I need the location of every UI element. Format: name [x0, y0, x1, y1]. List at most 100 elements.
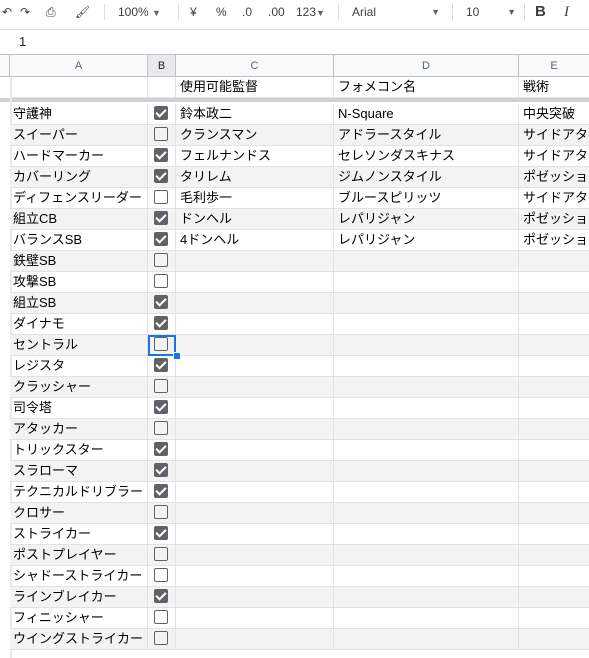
cell-a[interactable]: クロサー	[10, 503, 148, 523]
checkbox[interactable]	[154, 211, 168, 225]
cell-e[interactable]: サイドアタ	[519, 125, 589, 145]
cell-c[interactable]: クランスマン	[176, 125, 334, 145]
cell-d[interactable]	[334, 629, 519, 649]
font-size-select[interactable]: 10 ▼	[466, 2, 516, 22]
column-header-a[interactable]: A	[10, 55, 148, 77]
cell-c[interactable]: フェルナンドス	[176, 146, 334, 166]
cell-e[interactable]	[519, 335, 589, 355]
select-all-corner[interactable]	[0, 55, 10, 77]
cell-a[interactable]: クラッシャー	[10, 377, 148, 397]
cell-b[interactable]	[148, 209, 176, 229]
header-cell-a[interactable]	[10, 77, 148, 97]
percent-button[interactable]: %	[216, 2, 227, 22]
cell-c[interactable]: 鈴本政二	[176, 104, 334, 124]
cell-c[interactable]	[176, 356, 334, 376]
column-header-c[interactable]: C	[176, 55, 334, 77]
cell-d[interactable]	[334, 440, 519, 460]
cell-a[interactable]: スラローマ	[10, 461, 148, 481]
cell-b[interactable]	[148, 314, 176, 334]
cell-b[interactable]	[148, 524, 176, 544]
cell-a[interactable]: 組立SB	[10, 293, 148, 313]
checkbox[interactable]	[154, 505, 168, 519]
checkbox[interactable]	[154, 568, 168, 582]
cell-c[interactable]	[176, 566, 334, 586]
cell-d[interactable]: レパリジャン	[334, 230, 519, 250]
cell-c[interactable]	[176, 503, 334, 523]
cell-c[interactable]	[176, 419, 334, 439]
cell-c[interactable]	[176, 251, 334, 271]
column-header-d[interactable]: D	[334, 55, 519, 77]
cell-e[interactable]: ポゼッショ	[519, 230, 589, 250]
header-cell-d[interactable]: フォメコン名	[334, 77, 519, 97]
cell-a[interactable]: ハードマーカー	[10, 146, 148, 166]
cell-d[interactable]: N-Square	[334, 104, 519, 124]
checkbox[interactable]	[154, 442, 168, 456]
number-format-select[interactable]: 123▼	[296, 2, 325, 22]
cell-b[interactable]	[148, 503, 176, 523]
cell-b[interactable]	[148, 104, 176, 124]
cell-b[interactable]	[148, 461, 176, 481]
cell-d[interactable]: ブルースピリッツ	[334, 188, 519, 208]
cell-e[interactable]	[519, 524, 589, 544]
cell-d[interactable]	[334, 314, 519, 334]
cell-e[interactable]: サイドアタ	[519, 188, 589, 208]
cell-b[interactable]	[148, 188, 176, 208]
column-header-b[interactable]: B	[148, 55, 176, 77]
cell-b[interactable]	[148, 125, 176, 145]
cell-b[interactable]	[148, 230, 176, 250]
cell-a[interactable]: 攻撃SB	[10, 272, 148, 292]
cell-e[interactable]: サイドアタ	[519, 146, 589, 166]
cell-d[interactable]	[334, 356, 519, 376]
cell-b[interactable]	[148, 251, 176, 271]
cell-a[interactable]: ラインブレイカー	[10, 587, 148, 607]
cell-e[interactable]	[519, 251, 589, 271]
column-header-e[interactable]: E	[519, 55, 589, 77]
cell-e[interactable]: ポゼッショ	[519, 167, 589, 187]
cell-d[interactable]	[334, 377, 519, 397]
checkbox[interactable]	[154, 106, 168, 120]
cell-d[interactable]	[334, 482, 519, 502]
checkbox[interactable]	[154, 610, 168, 624]
checkbox[interactable]	[154, 379, 168, 393]
cell-b[interactable]	[148, 629, 176, 649]
cell-a[interactable]: セントラル	[10, 335, 148, 355]
checkbox[interactable]	[154, 127, 168, 141]
cell-e[interactable]	[519, 482, 589, 502]
cell-d[interactable]	[334, 251, 519, 271]
cell-e[interactable]: 中央突破	[519, 104, 589, 124]
cell-b[interactable]	[148, 146, 176, 166]
cell-d[interactable]	[334, 608, 519, 628]
cell-c[interactable]	[176, 587, 334, 607]
cell-d[interactable]: ジムノンスタイル	[334, 167, 519, 187]
cell-a[interactable]: ディフェンスリーダー	[10, 188, 148, 208]
cell-b[interactable]	[148, 419, 176, 439]
cell-a[interactable]: ウイングストライカー	[10, 629, 148, 649]
cell-c[interactable]	[176, 608, 334, 628]
checkbox[interactable]	[154, 316, 168, 330]
cell-a[interactable]: ストライカー	[10, 524, 148, 544]
cell-a[interactable]: バランスSB	[10, 230, 148, 250]
cell-a[interactable]: スイーパー	[10, 125, 148, 145]
formula-bar[interactable]: 1	[0, 29, 589, 55]
cell-b[interactable]	[148, 356, 176, 376]
cell-d[interactable]	[334, 545, 519, 565]
cell-c[interactable]	[176, 440, 334, 460]
cell-b[interactable]	[148, 566, 176, 586]
cell-e[interactable]	[519, 272, 589, 292]
cell-b[interactable]	[148, 293, 176, 313]
cell-b[interactable]	[148, 587, 176, 607]
checkbox[interactable]	[154, 484, 168, 498]
increase-decimal-button[interactable]: .00	[268, 2, 285, 22]
currency-button[interactable]: ¥	[190, 2, 197, 22]
bold-button[interactable]: B	[535, 2, 546, 22]
undo-icon[interactable]: ↶	[2, 2, 12, 22]
cell-a[interactable]: アタッカー	[10, 419, 148, 439]
cell-e[interactable]	[519, 398, 589, 418]
checkbox[interactable]	[154, 421, 168, 435]
cell-e[interactable]	[519, 587, 589, 607]
decrease-decimal-button[interactable]: .0	[242, 2, 252, 22]
redo-icon[interactable]: ↷	[20, 2, 30, 22]
cell-b[interactable]	[148, 377, 176, 397]
cell-c[interactable]	[176, 293, 334, 313]
checkbox[interactable]	[154, 589, 168, 603]
